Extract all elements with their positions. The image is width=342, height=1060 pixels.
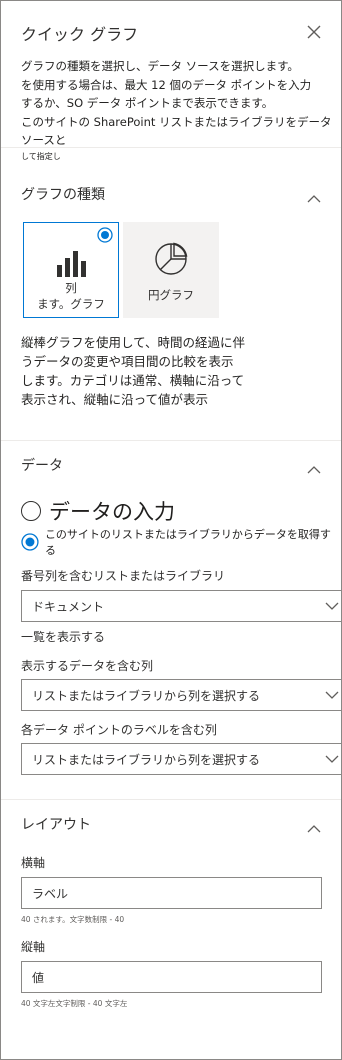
layout-section: レイアウト 横軸 40 されます。文字数制限 - 40 縦軸 40 文字左文字制… bbox=[1, 800, 341, 1059]
panel-title: クイック グラフ bbox=[21, 25, 139, 44]
y-axis-label: 縦軸 bbox=[21, 940, 46, 954]
panel-header: クイック グラフ グラフの種類を選択し、データ ソースを選択します。 を使用する… bbox=[1, 1, 341, 161]
close-icon[interactable] bbox=[305, 23, 323, 41]
label-column-field-label: 各データ ポイントのラベルを含む列 bbox=[21, 723, 217, 737]
column-chart-option[interactable]: 列 ます。グラフ bbox=[23, 222, 119, 318]
quick-chart-panel: クイック グラフ グラフの種類を選択し、データ ソースを選択します。 を使用する… bbox=[0, 0, 342, 1060]
chart-type-description: 縦棒グラフを使用して、時間の経過に伴 うデータの変更や項目間の比較を表示 します… bbox=[21, 335, 246, 407]
chevron-down-icon bbox=[325, 602, 339, 610]
radio-selected-icon bbox=[21, 533, 39, 551]
data-section-title: データ bbox=[21, 458, 63, 474]
label-column-dropdown[interactable]: リストまたはライブラリから列を選択する bbox=[21, 743, 341, 775]
list-field-label: 番号列を含むリストまたはライブラリ bbox=[21, 569, 226, 583]
y-axis-input[interactable] bbox=[21, 961, 322, 993]
radio-unselected-icon bbox=[21, 501, 41, 521]
pie-chart-option[interactable]: 円グラフ bbox=[123, 222, 219, 318]
chevron-up-icon[interactable] bbox=[307, 188, 321, 203]
view-list-link[interactable]: 一覧を表示する bbox=[21, 628, 105, 645]
x-axis-input[interactable] bbox=[21, 877, 322, 909]
chevron-down-icon bbox=[325, 755, 339, 763]
list-dropdown[interactable]: ドキュメント bbox=[21, 590, 341, 622]
chart-type-title: グラフの種類 bbox=[21, 187, 105, 203]
chart-type-section: グラフの種類 列 ます。グラフ 円グラフ 縦棒グラフを使用して、時間の経過に伴 … bbox=[1, 148, 341, 441]
layout-section-title: レイアウト bbox=[21, 817, 91, 833]
pie-chart-icon bbox=[155, 242, 188, 275]
column-dropdown[interactable]: リストまたはライブラリから列を選択する bbox=[21, 679, 341, 711]
x-axis-hint: 40 されます。文字数制限 - 40 bbox=[21, 915, 125, 924]
chevron-down-icon bbox=[325, 691, 339, 699]
radio-selected-icon bbox=[97, 227, 113, 243]
chevron-up-icon[interactable] bbox=[307, 459, 321, 474]
x-axis-text-field[interactable] bbox=[22, 878, 321, 908]
column-field-label: 表示するデータを含む列 bbox=[21, 659, 154, 673]
data-section: データ データの入力 このサイトのリストまたはライブラリからデータを取得する 番… bbox=[1, 441, 341, 800]
list-data-radio[interactable]: このサイトのリストまたはライブラリからデータを取得する bbox=[21, 528, 341, 557]
enter-data-radio[interactable]: データの入力 bbox=[21, 495, 175, 527]
column-chart-icon bbox=[57, 251, 86, 277]
x-axis-label: 横軸 bbox=[21, 856, 46, 870]
y-axis-hint: 40 文字左文字制限 - 40 文字左 bbox=[21, 999, 128, 1008]
y-axis-text-field[interactable] bbox=[22, 962, 321, 992]
chevron-up-icon[interactable] bbox=[307, 818, 321, 833]
